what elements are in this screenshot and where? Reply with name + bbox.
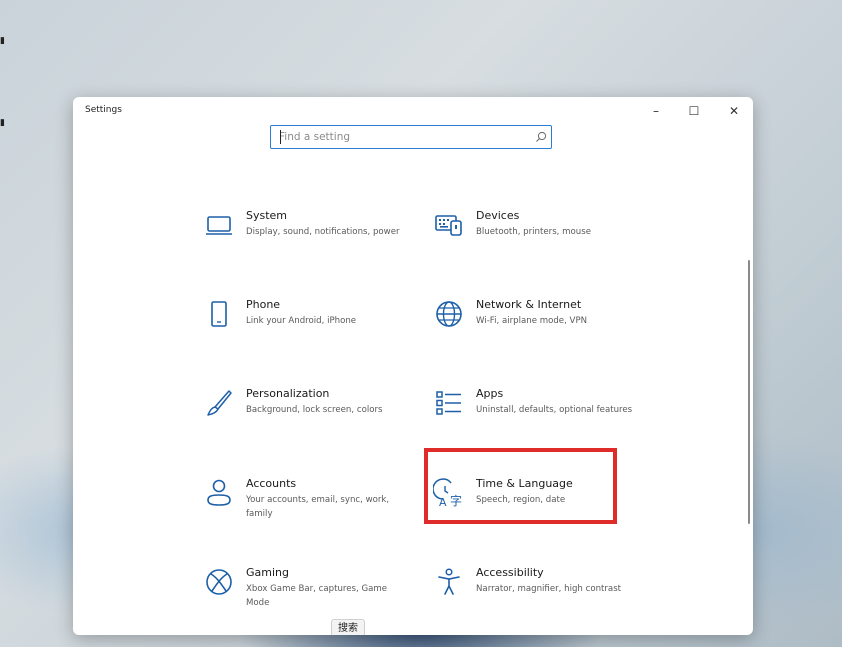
keyboard-icon [433, 209, 465, 241]
category-accounts[interactable]: Accounts Your accounts, email, sync, wor… [203, 477, 403, 537]
search-icon[interactable] [535, 131, 547, 143]
close-button[interactable]: ✕ [715, 97, 753, 125]
text-caret [280, 130, 281, 144]
window-title: Settings [85, 105, 122, 115]
minimize-icon: – [653, 104, 659, 118]
category-name: Devices [476, 209, 520, 222]
category-gaming[interactable]: Gaming Xbox Game Bar, captures, Game Mod… [203, 566, 403, 626]
title-bar[interactable]: Settings – ☐ ✕ [73, 97, 753, 125]
category-devices[interactable]: Devices Bluetooth, printers, mouse [433, 209, 633, 269]
settings-window: Settings – ☐ ✕ System Display, sound, no… [73, 97, 753, 635]
category-description: Link your Android, iPhone [246, 316, 357, 326]
xbox-icon [203, 566, 235, 598]
category-name: Apps [476, 387, 504, 400]
category-description: Bluetooth, printers, mouse [476, 227, 591, 237]
brush-icon [203, 387, 235, 419]
category-description: Display, sound, notifications, power [246, 227, 400, 237]
monitor-icon [203, 209, 235, 241]
category-description: Background, lock screen, colors [246, 405, 383, 415]
category-name: System [246, 209, 288, 222]
apps-list-icon [433, 387, 465, 419]
category-name: Personalization [246, 387, 330, 400]
category-apps[interactable]: Apps Uninstall, defaults, optional featu… [433, 387, 633, 447]
category-description: Xbox Game Bar, captures, Game Mode [246, 584, 388, 608]
category-description: Wi-Fi, airplane mode, VPN [476, 316, 588, 326]
search-input[interactable] [279, 129, 519, 145]
category-name: Gaming [246, 566, 289, 579]
category-description: Narrator, magnifier, high contrast [476, 584, 622, 594]
person-icon [203, 477, 235, 509]
category-phone[interactable]: Phone Link your Android, iPhone [203, 298, 403, 358]
maximize-icon: ☐ [688, 104, 700, 118]
category-network-internet[interactable]: Network & Internet Wi-Fi, airplane mode,… [433, 298, 633, 358]
category-name: Accessibility [476, 566, 544, 579]
category-accessibility[interactable]: Accessibility Narrator, magnifier, high … [433, 566, 633, 626]
category-system[interactable]: System Display, sound, notifications, po… [203, 209, 403, 269]
globe-icon [433, 298, 465, 330]
category-name: Phone [246, 298, 281, 311]
category-name: Accounts [246, 477, 297, 490]
search-box[interactable] [270, 125, 552, 149]
category-description: Uninstall, defaults, optional features [476, 405, 633, 415]
category-description: Your accounts, email, sync, work, family [246, 495, 390, 519]
category-personalization[interactable]: Personalization Background, lock screen,… [203, 387, 403, 447]
close-icon: ✕ [728, 104, 740, 118]
highlight-box [424, 448, 617, 524]
desktop-icon[interactable]: ▮ [0, 118, 10, 130]
scrollbar[interactable] [748, 260, 750, 524]
minimize-button[interactable]: – [637, 97, 675, 125]
desktop-icon[interactable]: ▮ [0, 36, 10, 48]
maximize-button[interactable]: ☐ [675, 97, 713, 125]
search-tooltip: 搜索 [331, 619, 365, 635]
phone-icon [203, 298, 235, 330]
category-name: Network & Internet [476, 298, 582, 311]
accessibility-icon [433, 566, 465, 598]
